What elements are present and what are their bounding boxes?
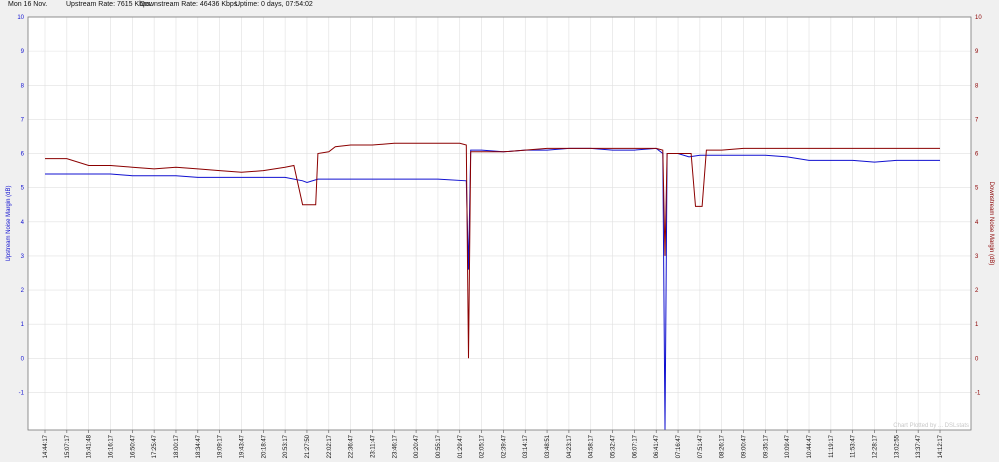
right-y-tick-label: -1 (975, 390, 981, 396)
left-y-tick-label: 5 (21, 186, 25, 192)
left-y-tick-label: 9 (21, 49, 25, 55)
right-y-tick-label: 2 (975, 288, 979, 294)
x-tick-label: 13:02:55 (894, 434, 900, 458)
left-y-tick-label: 0 (21, 356, 25, 362)
x-tick-label: 14:44:17 (43, 434, 49, 458)
left-y-tick-label: 10 (17, 15, 24, 21)
x-tick-label: 09:35:17 (763, 434, 769, 458)
x-tick-label: 20:18:47 (261, 434, 267, 458)
noise-margin-chart: -1 -1 0 0 1 1 2 2 3 3 4 4 5 5 6 6 7 7 8 8 9 9 10 10 14:44:17 15:0… (6, 15, 994, 458)
left-y-tick-label: 4 (21, 220, 25, 226)
x-tick-label: 05:32:47 (611, 434, 617, 458)
plot-area (28, 17, 971, 430)
x-tick-label: 00:55:17 (436, 434, 442, 458)
x-tick-label: 11:19:17 (829, 434, 835, 458)
x-tick-label: 20:53:17 (283, 434, 289, 458)
right-y-tick-label: 7 (975, 117, 979, 123)
left-y-tick-label: 7 (21, 117, 25, 123)
right-y-tick-label: 6 (975, 152, 979, 158)
x-tick-label: 02:39:47 (501, 434, 507, 458)
x-tick-label: 18:34:47 (196, 434, 202, 458)
right-y-tick-label: 3 (975, 254, 979, 260)
x-tick-label: 22:02:17 (327, 434, 333, 458)
x-tick-label: 21:27:50 (305, 434, 311, 458)
x-tick-label: 23:11:47 (370, 434, 376, 458)
left-y-tick-label: -1 (19, 390, 25, 396)
x-tick-label: 16:50:47 (130, 434, 136, 458)
left-y-axis-label: Upstream Noise Margin (dB) (6, 185, 12, 261)
right-y-tick-label: 0 (975, 356, 979, 362)
left-y-tick-label: 2 (21, 288, 25, 294)
x-tick-label: 10:09:47 (785, 434, 791, 458)
x-tick-label: 03:48:51 (545, 434, 551, 458)
right-y-axis-label: Downstream Noise Margin (dB) (988, 182, 994, 266)
x-tick-label: 07:51:47 (698, 434, 704, 458)
x-tick-label: 16:16:17 (108, 434, 114, 458)
x-tick-label: 02:05:17 (480, 434, 486, 458)
right-y-tick-label: 4 (975, 220, 979, 226)
x-tick-label: 17:25:47 (152, 434, 158, 458)
x-tick-label: 06:07:17 (632, 434, 638, 458)
x-tick-label: 14:12:17 (938, 434, 944, 458)
x-tick-label: 15:07:17 (65, 434, 71, 458)
x-tick-label: 22:36:47 (349, 434, 355, 458)
x-tick-label: 01:29:47 (458, 434, 464, 458)
right-y-tick-label: 1 (975, 322, 979, 328)
right-y-tick-label: 8 (975, 83, 979, 89)
x-tick-label: 04:23:17 (567, 434, 573, 458)
right-y-tick-label: 10 (975, 15, 982, 21)
x-tick-label: 04:58:17 (589, 434, 595, 458)
x-tick-label: 07:16:47 (676, 434, 682, 458)
left-y-tick-label: 8 (21, 83, 25, 89)
right-y-tick-label: 9 (975, 49, 979, 55)
x-tick-label: 13:37:47 (916, 434, 922, 458)
x-tick-label: 12:28:17 (873, 434, 879, 458)
x-tick-label: 19:09:17 (218, 434, 224, 458)
left-y-tick-label: 3 (21, 254, 25, 260)
x-tick-label: 09:00:47 (742, 434, 748, 458)
x-tick-label: 23:46:17 (392, 434, 398, 458)
x-tick-label: 11:53:47 (851, 434, 857, 458)
x-tick-label: 00:20:47 (414, 434, 420, 458)
x-tick-label: 15:41:48 (87, 434, 93, 458)
x-tick-label: 06:41:47 (654, 434, 660, 458)
watermark-text: Chart Plotted by ... DSLstats (893, 423, 969, 429)
right-y-tick-label: 5 (975, 186, 979, 192)
left-y-tick-label: 6 (21, 152, 25, 158)
x-tick-label: 08:26:17 (720, 434, 726, 458)
x-tick-label: 19:43:47 (239, 434, 245, 458)
x-tick-label: 10:44:47 (807, 434, 813, 458)
x-tick-label: 18:00:17 (174, 434, 180, 458)
left-y-tick-label: 1 (21, 322, 25, 328)
x-tick-label: 03:14:17 (523, 434, 529, 458)
